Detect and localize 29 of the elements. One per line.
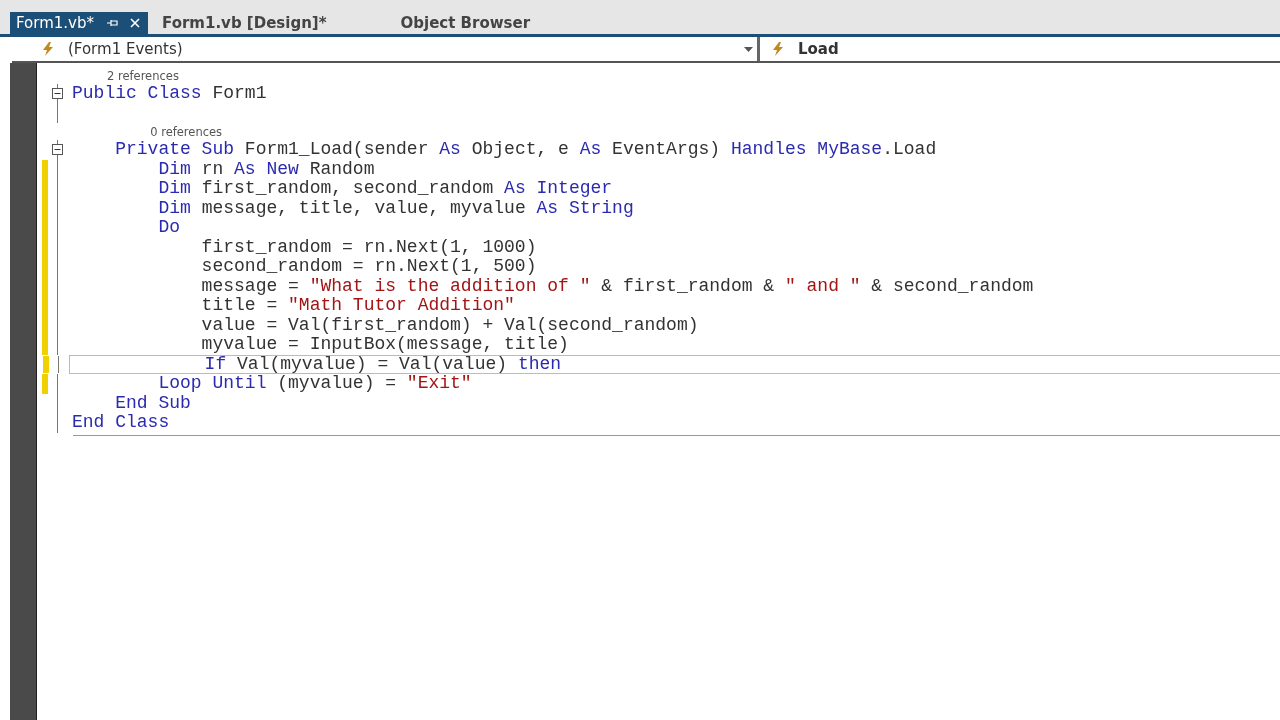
document-tab[interactable]: Object Browser (394, 12, 539, 34)
code-line: Loop Until (myvalue) = "Exit" (157, 374, 472, 394)
code-line: Dim first_random, second_random As Integer (157, 179, 613, 199)
code-line: first_random = rn.Next(1, 1000) (200, 237, 537, 257)
caret-icon[interactable] (744, 46, 753, 52)
code-line: End Sub (114, 393, 191, 413)
code-line: second_random = rn.Next(1, 500) (200, 257, 537, 277)
code-line: title = "Math Tutor Addition" (200, 296, 515, 316)
code-line: message = "What is the addition of " & first_random & " and " & second_random (200, 276, 1034, 296)
codelens-references[interactable]: 0 references (150, 125, 223, 139)
code-line: End Class (72, 413, 170, 433)
lightning-icon (772, 42, 784, 56)
document-tab[interactable]: Form1.vb* (10, 12, 148, 34)
document-tab[interactable]: Form1.vb [Design]* (156, 12, 335, 34)
close-icon[interactable] (130, 18, 140, 28)
collapse-icon[interactable] (52, 88, 63, 100)
code-line: myvalue = InputBox(message, title) (200, 335, 569, 355)
pin-icon[interactable] (106, 18, 118, 28)
lightning-icon (42, 42, 54, 56)
code-line: Do (157, 218, 181, 238)
collapse-icon[interactable] (52, 144, 63, 156)
code-line: value = Val(first_random) + Val(second_random) (200, 315, 699, 335)
code-line: Private Sub Form1_Load(sender As Object, e As EventArgs) Handles MyBase.Load (114, 140, 937, 160)
code-line: Dim message, title, value, myvalue As String (157, 198, 634, 218)
code-line: If Val(myvalue) = Val(value) then (203, 354, 562, 374)
code-line: Public Class Form1 (72, 84, 267, 104)
member-dropdown[interactable]: Load (760, 37, 839, 61)
codelens-references[interactable]: 2 references (107, 69, 179, 83)
code-line: Dim rn As New Random (157, 159, 375, 179)
